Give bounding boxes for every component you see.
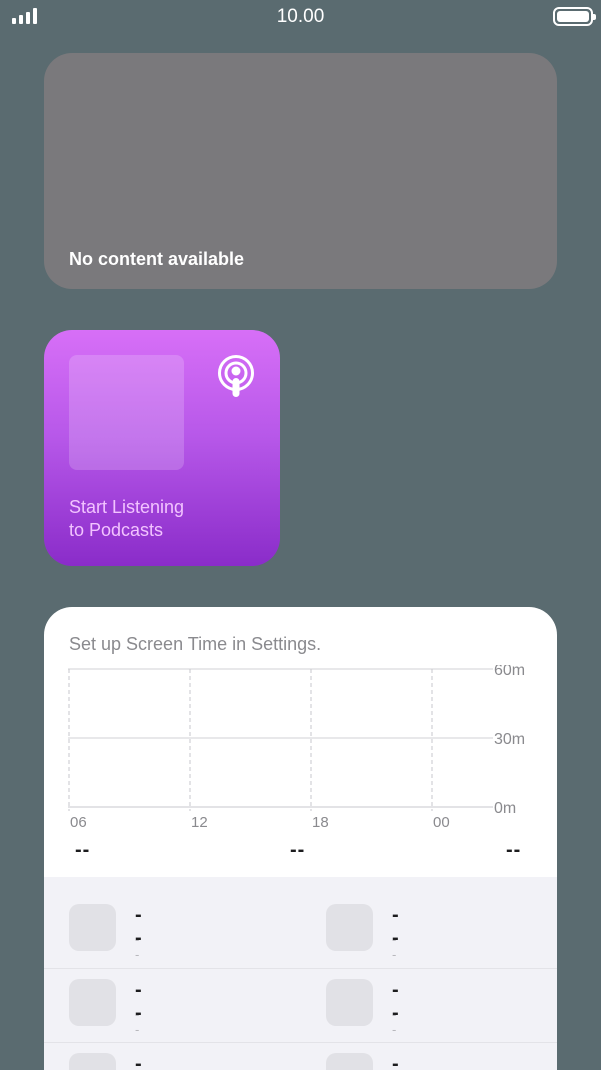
app-usage-subvalue: -- [135,932,140,962]
battery-icon [553,7,596,26]
app-icon-placeholder [326,904,373,951]
app-icon-placeholder [326,1053,373,1070]
x-tick-18: 18 [312,814,329,831]
podcasts-prompt: Start Listening to Podcasts [69,496,269,542]
x-tick-06: 06 [70,814,87,831]
podcast-artwork-placeholder [69,355,184,470]
screen-time-widget[interactable]: Set up Screen Time in Settings. 60m 30m … [44,607,557,1070]
summary-value: -- [290,839,306,861]
x-tick-00: 00 [433,814,450,831]
screen-time-summary: -- -- -- [44,839,557,869]
screen-time-chart: 60m 30m 0m 06 12 18 00 [68,665,525,831]
app-row: -- -- -- -- [44,904,557,978]
app-icon-placeholder [69,1053,116,1070]
app-row: -- -- -- -- [44,968,557,1042]
empty-widget-message: No content available [69,249,245,269]
app-usage-value: -- [135,1053,142,1070]
y-tick-30m: 30m [494,731,525,748]
summary-value: -- [75,839,91,861]
app-icon-placeholder [69,904,116,951]
y-tick-0m: 0m [494,800,516,817]
podcasts-prompt-line2: to Podcasts [69,520,164,540]
app-usage-value: -- [392,1053,399,1070]
screen-time-apps: -- -- -- -- -- -- -- -- - - [44,877,557,1070]
home-screen: 10.00 No content available Start Listeni… [0,0,601,1070]
y-tick-60m: 60m [494,665,525,679]
app-icon-placeholder [326,979,373,1026]
screen-time-heading: Set up Screen Time in Settings. [69,634,322,654]
app-usage-subvalue: -- [135,1007,140,1037]
summary-value: -- [506,839,522,861]
status-bar: 10.00 [0,0,601,34]
app-row: -- -- -- -- [44,1042,557,1070]
app-usage-subvalue: -- [392,1007,397,1037]
app-usage-subvalue: -- [392,932,397,962]
podcasts-widget[interactable]: Start Listening to Podcasts [44,330,280,566]
empty-widget[interactable]: No content available [44,53,557,289]
app-icon-placeholder [69,979,116,1026]
status-time: 10.00 [276,6,325,27]
podcasts-icon [218,355,254,397]
podcasts-prompt-line1: Start Listening [69,497,185,517]
x-tick-12: 12 [191,814,208,831]
